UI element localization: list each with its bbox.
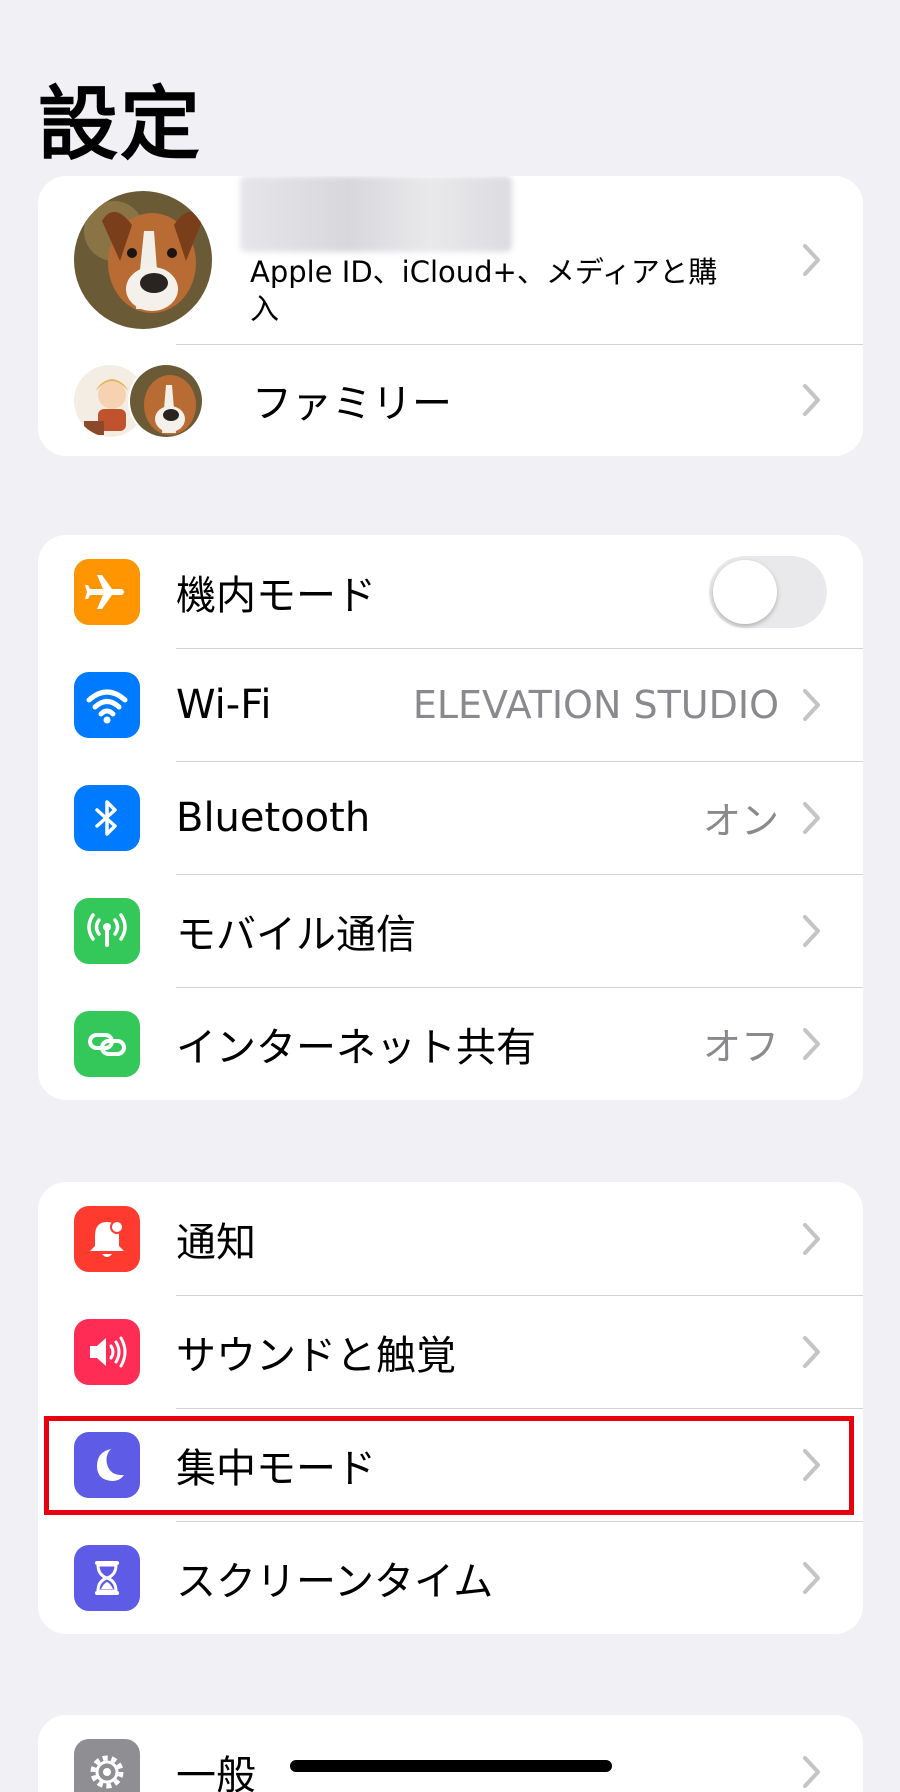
screen-time-row[interactable]: スクリーンタイム bbox=[38, 1521, 863, 1634]
gear-icon bbox=[74, 1738, 140, 1792]
airplane-icon bbox=[74, 558, 140, 625]
general-label: 一般 bbox=[176, 1752, 256, 1792]
bluetooth-status: オン bbox=[702, 799, 779, 843]
chevron-right-icon bbox=[799, 913, 825, 949]
wifi-label: Wi-Fi bbox=[176, 681, 272, 728]
cellular-antenna-icon bbox=[74, 897, 140, 964]
sounds-row[interactable]: サウンドと触覚 bbox=[38, 1295, 863, 1408]
focus-label: 集中モード bbox=[176, 1445, 376, 1492]
airplane-mode-row: 機内モード bbox=[38, 535, 863, 648]
chevron-right-icon bbox=[799, 1221, 825, 1257]
chevron-right-icon bbox=[799, 382, 825, 418]
profile-group: Apple ID、iCloud+、メディアと購入 ファミリー bbox=[38, 176, 863, 456]
wifi-row[interactable]: Wi-Fi ELEVATION STUDIO bbox=[38, 648, 863, 761]
wifi-network-name: ELEVATION STUDIO bbox=[412, 682, 779, 727]
chevron-right-icon bbox=[799, 1334, 825, 1370]
settings-screen: 設定 Apple ID、iCloud+、メディアと購入 ファミリー 機内モード … bbox=[0, 0, 900, 1792]
cellular-row[interactable]: モバイル通信 bbox=[38, 874, 863, 987]
home-indicator[interactable] bbox=[290, 1760, 612, 1772]
cellular-label: モバイル通信 bbox=[176, 911, 416, 958]
family-member-avatar bbox=[128, 363, 204, 439]
hourglass-icon bbox=[74, 1544, 140, 1611]
family-avatars bbox=[72, 355, 232, 445]
bluetooth-row[interactable]: Bluetooth オン bbox=[38, 761, 863, 874]
airplane-mode-toggle[interactable] bbox=[709, 555, 827, 628]
notifications-group: 通知 サウンドと触覚 集中モード スクリーンタイム bbox=[38, 1182, 863, 1634]
airplane-mode-label: 機内モード bbox=[176, 572, 376, 619]
focus-row[interactable]: 集中モード bbox=[38, 1408, 863, 1521]
hotspot-status: オフ bbox=[702, 1025, 779, 1069]
chevron-right-icon bbox=[799, 1560, 825, 1596]
hotspot-chain-icon bbox=[74, 1010, 140, 1077]
moon-icon bbox=[74, 1431, 140, 1498]
family-row[interactable]: ファミリー bbox=[38, 344, 863, 456]
hotspot-label: インターネット共有 bbox=[176, 1024, 536, 1071]
family-label: ファミリー bbox=[252, 381, 452, 427]
chevron-right-icon bbox=[799, 800, 825, 836]
connectivity-group: 機内モード Wi-Fi ELEVATION STUDIO Bluetooth オ… bbox=[38, 535, 863, 1100]
general-group: 一般 bbox=[38, 1715, 863, 1792]
account-name-blurred bbox=[240, 176, 512, 252]
chevron-right-icon bbox=[799, 242, 825, 278]
toggle-knob bbox=[713, 559, 777, 624]
page-title: 設定 bbox=[38, 78, 202, 171]
avatar bbox=[74, 191, 212, 329]
chevron-right-icon bbox=[799, 1026, 825, 1062]
bluetooth-label: Bluetooth bbox=[176, 794, 371, 841]
screen-time-label: スクリーンタイム bbox=[176, 1558, 494, 1605]
bluetooth-icon bbox=[74, 784, 140, 851]
speaker-icon bbox=[74, 1318, 140, 1385]
apple-id-row[interactable]: Apple ID、iCloud+、メディアと購入 bbox=[38, 176, 863, 344]
hotspot-row[interactable]: インターネット共有 オフ bbox=[38, 987, 863, 1100]
chevron-right-icon bbox=[799, 1754, 825, 1790]
wifi-icon bbox=[74, 671, 140, 738]
apple-id-subtitle: Apple ID、iCloud+、メディアと購入 bbox=[250, 255, 718, 326]
sounds-label: サウンドと触覚 bbox=[176, 1332, 456, 1379]
notifications-label: 通知 bbox=[176, 1219, 256, 1266]
notifications-row[interactable]: 通知 bbox=[38, 1182, 863, 1295]
general-row[interactable]: 一般 bbox=[38, 1715, 863, 1792]
chevron-right-icon bbox=[799, 1447, 825, 1483]
chevron-right-icon bbox=[799, 687, 825, 723]
bell-icon bbox=[74, 1205, 140, 1272]
